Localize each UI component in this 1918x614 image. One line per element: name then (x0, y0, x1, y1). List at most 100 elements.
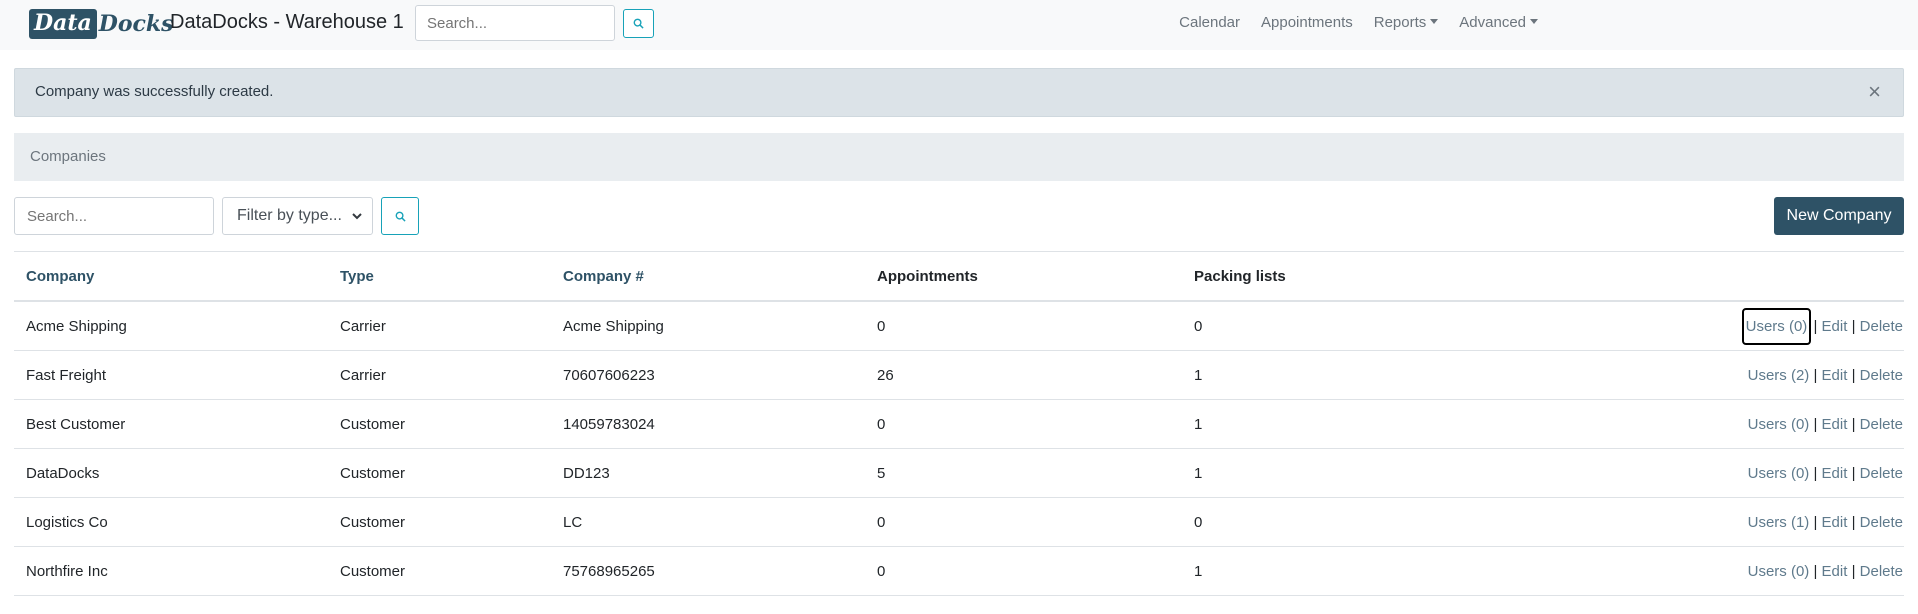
delete-link[interactable]: Delete (1860, 367, 1903, 384)
separator: | (1813, 563, 1818, 580)
logo-docks-text: Docks (98, 10, 174, 37)
row-actions: Users (0) | Edit | Delete (1748, 416, 1903, 433)
nav-search-button[interactable] (623, 9, 654, 38)
cell-packing-lists: 1 (1194, 465, 1203, 482)
separator: | (1851, 465, 1856, 482)
caret-down-icon (1430, 19, 1439, 24)
edit-link[interactable]: Edit (1822, 465, 1848, 482)
edit-link[interactable]: Edit (1822, 318, 1848, 335)
row-actions: Users (2) | Edit | Delete (1748, 367, 1903, 384)
cell-type: Customer (340, 514, 406, 531)
delete-link[interactable]: Delete (1860, 318, 1903, 335)
separator: | (1851, 563, 1856, 580)
filter-search-button[interactable] (381, 197, 419, 235)
separator: | (1851, 416, 1856, 433)
row-actions: Users (0) | Edit | Delete (1741, 308, 1903, 345)
separator: | (1813, 367, 1818, 384)
nav-reports-dropdown[interactable]: Reports (1374, 14, 1439, 31)
cell-packing-lists: 1 (1194, 416, 1203, 433)
cell-company-number: 14059783024 (563, 416, 655, 433)
row-actions: Users (0) | Edit | Delete (1748, 563, 1903, 580)
nav-advanced-label: Advanced (1459, 14, 1526, 31)
cell-appointments: 26 (877, 367, 894, 384)
type-filter-value: Filter by type... (237, 207, 342, 224)
edit-link[interactable]: Edit (1822, 367, 1848, 384)
nav-links: Calendar Appointments Reports Advanced (1179, 14, 1538, 31)
separator: | (1813, 416, 1818, 433)
nav-appointments-link[interactable]: Appointments (1261, 14, 1353, 31)
cell-type: Customer (340, 465, 406, 482)
users-link[interactable]: Users (0) (1748, 465, 1810, 482)
cell-packing-lists: 1 (1194, 367, 1203, 384)
type-filter-select[interactable]: Filter by type... (222, 197, 373, 235)
users-link[interactable]: Users (0) (1748, 563, 1810, 580)
separator: | (1813, 318, 1818, 335)
success-alert: Company was successfully created. × (14, 68, 1904, 117)
separator: | (1851, 367, 1856, 384)
users-link[interactable]: Users (0) (1748, 416, 1810, 433)
table-top-border (14, 251, 1904, 252)
search-icon (395, 211, 406, 222)
nav-advanced-dropdown[interactable]: Advanced (1459, 14, 1538, 31)
card-title: Companies (30, 148, 106, 165)
table-header-border (14, 300, 1904, 302)
cell-company-number: 75768965265 (563, 563, 655, 580)
cell-appointments: 5 (877, 465, 886, 482)
users-link[interactable]: Users (0) (1741, 308, 1812, 345)
cell-packing-lists: 0 (1194, 318, 1203, 335)
edit-link[interactable]: Edit (1822, 514, 1848, 531)
companies-card-header: Companies (14, 133, 1904, 181)
cell-company: Northfire Inc (26, 563, 108, 580)
edit-link[interactable]: Edit (1822, 563, 1848, 580)
header-type[interactable]: Type (340, 268, 374, 285)
alert-message: Company was successfully created. (35, 83, 274, 100)
header-company-number[interactable]: Company # (563, 268, 644, 285)
cell-company: Acme Shipping (26, 318, 127, 335)
cell-company: Logistics Co (26, 514, 108, 531)
nav-calendar-link[interactable]: Calendar (1179, 14, 1240, 31)
search-icon (633, 18, 644, 29)
table-bottom-border (14, 595, 1904, 596)
row-divider (14, 546, 1904, 547)
delete-link[interactable]: Delete (1860, 563, 1903, 580)
top-navbar: Data Docks DataDocks - Warehouse 1 Calen… (0, 0, 1918, 50)
nav-calendar-label: Calendar (1179, 14, 1241, 31)
nav-search-input[interactable] (415, 5, 615, 41)
cell-appointments: 0 (877, 318, 886, 335)
delete-link[interactable]: Delete (1860, 465, 1903, 482)
header-packing-lists: Packing lists (1194, 268, 1286, 285)
edit-link[interactable]: Edit (1822, 416, 1848, 433)
chevron-down-icon (352, 213, 362, 220)
row-actions: Users (1) | Edit | Delete (1748, 514, 1903, 531)
header-company[interactable]: Company (26, 268, 94, 285)
cell-company-number: Acme Shipping (563, 318, 664, 335)
cell-appointments: 0 (877, 563, 886, 580)
app-title[interactable]: DataDocks - Warehouse 1 (170, 11, 404, 34)
cell-company: Fast Freight (26, 367, 107, 384)
caret-down-icon (1530, 19, 1538, 24)
new-company-button[interactable]: New Company (1774, 197, 1904, 235)
company-search-input[interactable] (14, 197, 214, 235)
cell-type: Customer (340, 416, 406, 433)
cell-company-number: 70607606223 (563, 367, 655, 384)
cell-packing-lists: 1 (1194, 563, 1203, 580)
datadocks-logo[interactable]: Data Docks (29, 7, 174, 40)
cell-company-number: DD123 (563, 465, 610, 482)
nav-appointments-label: Appointments (1261, 14, 1353, 31)
delete-link[interactable]: Delete (1860, 416, 1903, 433)
users-link[interactable]: Users (2) (1748, 367, 1810, 384)
separator: | (1851, 318, 1856, 335)
header-appointments: Appointments (877, 268, 978, 285)
cell-type: Carrier (340, 367, 386, 384)
delete-link[interactable]: Delete (1860, 514, 1903, 531)
close-icon[interactable]: × (1868, 81, 1881, 103)
row-divider (14, 497, 1904, 498)
cell-company-number: LC (563, 514, 583, 531)
cell-packing-lists: 0 (1194, 514, 1203, 531)
users-link[interactable]: Users (1) (1748, 514, 1810, 531)
separator: | (1813, 465, 1818, 482)
row-divider (14, 448, 1904, 449)
logo-data-text: Data (29, 8, 97, 39)
row-divider (14, 350, 1904, 351)
nav-reports-label: Reports (1373, 14, 1427, 31)
